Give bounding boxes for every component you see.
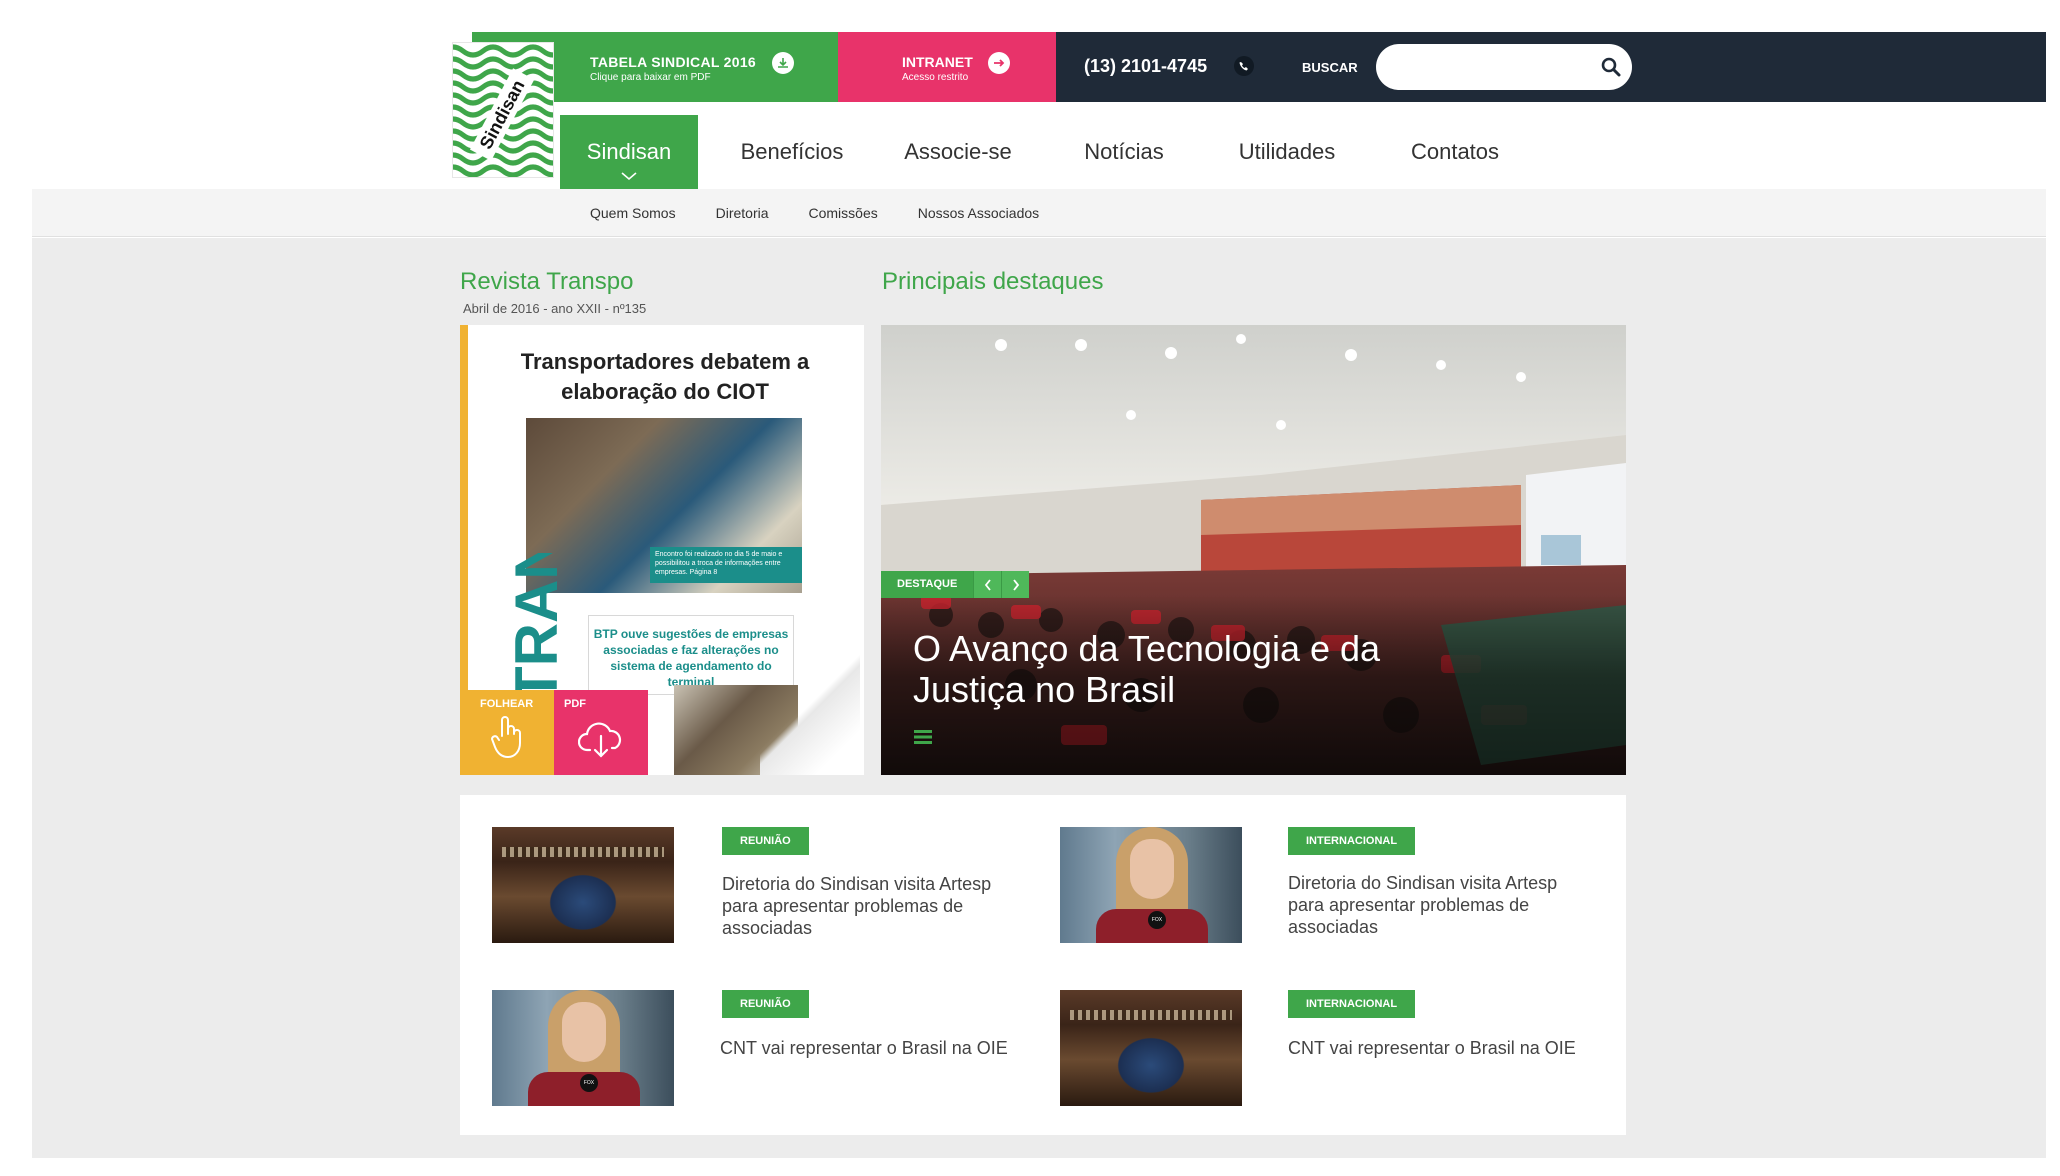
nav-label: Sindisan bbox=[586, 139, 672, 164]
menu-icon[interactable] bbox=[914, 730, 932, 744]
chevron-down-icon bbox=[621, 172, 637, 181]
news-title[interactable]: Diretoria do Sindisan visita Artesp para… bbox=[1288, 872, 1588, 938]
pdf-download-button[interactable]: PDF bbox=[554, 690, 648, 775]
nav-label: Associe-se bbox=[904, 139, 1012, 164]
search-input[interactable] bbox=[1376, 44, 1632, 90]
news-title[interactable]: Diretoria do Sindisan visita Artesp para… bbox=[722, 873, 1012, 939]
nav-item-utilidades[interactable]: Utilidades bbox=[1218, 115, 1356, 189]
news-tag[interactable]: REUNIÃO bbox=[722, 827, 809, 855]
thumb-image: FOX bbox=[1060, 827, 1242, 943]
thumb-image: FOX bbox=[492, 990, 674, 1106]
thumb-image bbox=[492, 827, 674, 943]
news-thumbnail[interactable]: FOX bbox=[1060, 827, 1242, 943]
news-tag[interactable]: REUNIÃO bbox=[722, 990, 809, 1018]
intranet-subtitle: Acesso restrito bbox=[902, 72, 969, 83]
sub-nav: Quem Somos Diretoria Comissões Nossos As… bbox=[32, 189, 2046, 237]
tabela-sindical-text: TABELA SINDICAL 2016 Clique para baixar … bbox=[590, 54, 756, 83]
nav-item-contatos[interactable]: Contatos bbox=[1356, 115, 1554, 189]
nav-item-associe-se[interactable]: Associe-se bbox=[886, 115, 1030, 189]
intranet-text: INTRANET Acesso restrito bbox=[902, 54, 973, 83]
nav-item-noticias[interactable]: Notícias bbox=[1030, 115, 1218, 189]
revista-edition: Abril de 2016 - ano XXII - nº135 bbox=[463, 301, 647, 316]
tabela-title: TABELA SINDICAL 2016 bbox=[590, 54, 756, 70]
news-item[interactable]: FOX REUNIÃO CNT vai representar o Brasil… bbox=[492, 990, 1052, 1106]
thumb-image bbox=[1060, 990, 1242, 1106]
highlight-badge-group: DESTAQUE bbox=[881, 571, 1030, 598]
intranet-title: INTRANET bbox=[902, 54, 973, 70]
subnav-item-nossos-associados[interactable]: Nossos Associados bbox=[918, 205, 1039, 221]
search-button[interactable] bbox=[1596, 52, 1626, 82]
chevron-left-icon bbox=[984, 578, 991, 591]
main-nav: Sindisan Benefícios Associe-se Notícias … bbox=[560, 115, 1554, 189]
news-thumbnail[interactable]: FOX bbox=[492, 990, 674, 1106]
nav-label: Benefícios bbox=[740, 139, 844, 164]
cover-headline: Transportadores debatem a elaboração do … bbox=[520, 349, 810, 404]
destaques-section-title: Principais destaques bbox=[882, 268, 1104, 295]
nav-item-sindisan[interactable]: Sindisan bbox=[560, 115, 698, 189]
destaque-badge: DESTAQUE bbox=[881, 571, 974, 598]
intranet-link[interactable]: INTRANET Acesso restrito bbox=[838, 32, 1056, 102]
cover-masthead-wrap: TRANSPO bbox=[502, 553, 558, 703]
search-icon bbox=[1601, 57, 1621, 77]
slider-prev-button[interactable] bbox=[973, 571, 1002, 598]
cover-masthead: TRANSPO bbox=[503, 553, 558, 703]
highlight-slider[interactable]: DESTAQUE O Avanço da Tecnologia e da Jus… bbox=[881, 325, 1626, 775]
nav-label: Utilidades bbox=[1238, 139, 1336, 164]
news-thumbnail[interactable] bbox=[1060, 990, 1242, 1106]
news-thumbnail[interactable] bbox=[492, 827, 674, 943]
subnav-item-diretoria[interactable]: Diretoria bbox=[716, 205, 769, 221]
revista-section-title: Revista Transpo bbox=[460, 268, 634, 295]
nav-label: Contatos bbox=[1410, 139, 1500, 164]
cover-caption: Encontro foi realizado no dia 5 de maio … bbox=[650, 547, 802, 583]
cover-page-curl bbox=[760, 655, 860, 775]
search-label: BUSCAR bbox=[1302, 60, 1358, 75]
subnav-item-comissoes[interactable]: Comissões bbox=[809, 205, 878, 221]
phone-number: (13) 2101-4745 bbox=[1084, 56, 1208, 76]
logo-graphic: Sindisan bbox=[453, 43, 553, 177]
hand-pointer-icon bbox=[490, 716, 521, 759]
news-item[interactable]: INTERNACIONAL CNT vai representar o Bras… bbox=[1060, 990, 1620, 1106]
news-title[interactable]: CNT vai representar o Brasil na OIE bbox=[720, 1037, 1010, 1059]
news-item[interactable]: REUNIÃO Diretoria do Sindisan visita Art… bbox=[492, 827, 1052, 943]
contact-search-bar: (13) 2101-4745 BUSCAR bbox=[1056, 32, 2046, 102]
nav-item-beneficios[interactable]: Benefícios bbox=[698, 115, 886, 189]
highlight-title[interactable]: O Avanço da Tecnologia e da Justiça no B… bbox=[913, 628, 1473, 710]
news-item[interactable]: FOX INTERNACIONAL Diretoria do Sindisan … bbox=[1060, 827, 1620, 943]
chevron-right-icon bbox=[1013, 578, 1019, 591]
download-icon bbox=[772, 52, 794, 74]
arrow-right-icon bbox=[988, 52, 1010, 74]
nav-label: Notícias bbox=[1084, 139, 1164, 164]
revista-cover[interactable]: Transportadores debatem a elaboração do … bbox=[460, 325, 864, 775]
page: TABELA SINDICAL 2016 Clique para baixar … bbox=[0, 0, 2060, 1176]
slider-next-button[interactable] bbox=[1001, 571, 1030, 598]
news-tag[interactable]: INTERNACIONAL bbox=[1288, 827, 1416, 855]
folhear-button[interactable]: FOLHEAR bbox=[460, 690, 554, 775]
news-title[interactable]: CNT vai representar o Brasil na OIE bbox=[1288, 1037, 1578, 1059]
folhear-label: FOLHEAR bbox=[480, 698, 534, 710]
tabela-subtitle: Clique para baixar em PDF bbox=[590, 72, 711, 83]
top-bar: TABELA SINDICAL 2016 Clique para baixar … bbox=[472, 32, 2046, 102]
pdf-label: PDF bbox=[564, 698, 586, 710]
phone-icon bbox=[1234, 56, 1254, 76]
sindisan-logo[interactable]: Sindisan bbox=[452, 42, 554, 178]
news-panel: REUNIÃO Diretoria do Sindisan visita Art… bbox=[460, 795, 1626, 1135]
subnav-item-quem-somos[interactable]: Quem Somos bbox=[590, 205, 676, 221]
news-tag[interactable]: INTERNACIONAL bbox=[1288, 990, 1416, 1018]
cloud-download-icon bbox=[578, 722, 622, 758]
